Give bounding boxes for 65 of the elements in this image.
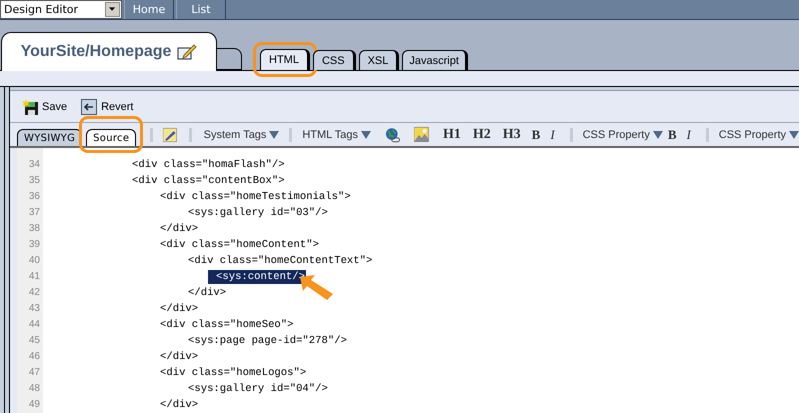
code-line: <sys:gallery id="03"/> (188, 206, 328, 220)
action-button[interactable]: Save (22, 98, 68, 114)
tag-menu[interactable]: HTML Tags (302, 128, 371, 140)
line-number: 48 (28, 382, 41, 396)
code-line: <div class="homeLogos"> (160, 366, 306, 380)
dropdown-arrow-icon (269, 130, 280, 138)
line-number: 35 (28, 174, 41, 188)
format-button[interactable]: B (668, 126, 676, 142)
file-tab[interactable]: XSL (358, 50, 400, 70)
line-number: 42 (28, 286, 41, 300)
heading-button[interactable]: H3 (502, 126, 521, 142)
dropdown-arrow-icon (652, 130, 663, 138)
css-property-menu[interactable]: CSS Property (718, 128, 799, 140)
code-line: <div class="homaFlash"/> (132, 158, 285, 172)
file-tab[interactable]: CSS (312, 50, 356, 70)
page-title: YourSite/Homepage (20, 43, 172, 61)
globe-link-icon[interactable] (384, 126, 400, 142)
code-line: <div class="homeContentText"> (188, 254, 372, 268)
line-number: 43 (28, 302, 41, 316)
revert-icon (81, 98, 98, 114)
view-select[interactable]: Design Editor (0, 0, 122, 19)
page-tab[interactable]: YourSite/Homepage (1, 32, 217, 71)
line-number: 41 (28, 270, 41, 284)
line-number: 38 (28, 222, 41, 236)
blank-tab[interactable] (217, 48, 242, 70)
save-icon (22, 98, 38, 114)
format-button[interactable]: B (532, 126, 540, 142)
file-tab[interactable]: Javascript (402, 50, 468, 70)
code-line: <div class="homeSeo"> (160, 318, 294, 332)
line-number: 34 (28, 158, 41, 172)
dropdown-arrow-icon (360, 130, 371, 138)
action-button[interactable]: Revert (81, 98, 134, 114)
code-line: <div class="contentBox"> (132, 174, 285, 188)
heading-button[interactable]: H1 (442, 126, 461, 142)
css-property-menu[interactable]: CSS Property (582, 128, 663, 140)
code-line: <sys:page page-id="278"/> (188, 334, 347, 348)
dropdown-arrow-icon (789, 130, 799, 138)
pencil-icon[interactable] (163, 128, 177, 142)
code-line: </div> (160, 222, 198, 236)
edit-icon[interactable] (177, 44, 198, 60)
line-number: 39 (28, 238, 41, 252)
line-number: 45 (28, 334, 41, 348)
code-line: </div> (160, 398, 198, 412)
code-line: </div> (160, 302, 198, 316)
nav-tab[interactable]: Home (124, 0, 174, 19)
format-button[interactable]: I (686, 126, 691, 142)
code-line: <div class="homeContent"> (160, 238, 319, 252)
line-number: 37 (28, 206, 41, 220)
code-line: <div class="homeTestimonials"> (160, 190, 351, 204)
editor-tab[interactable]: Source (86, 129, 136, 146)
code-line: </div> (160, 350, 198, 364)
file-tab[interactable]: HTML (260, 49, 310, 70)
line-number: 36 (28, 190, 41, 204)
image-icon[interactable] (414, 127, 429, 142)
format-button[interactable]: I (550, 126, 555, 142)
code-line: <sys:gallery id="04"/> (188, 382, 328, 396)
line-number: 47 (28, 366, 41, 380)
line-number: 44 (28, 318, 41, 332)
nav-tab[interactable]: List (176, 0, 226, 19)
line-number: 40 (28, 254, 41, 268)
tag-menu[interactable]: System Tags (204, 128, 280, 140)
line-number: 49 (28, 398, 41, 412)
line-number: 46 (28, 350, 41, 364)
code-line: </div> (188, 286, 226, 300)
heading-button[interactable]: H2 (472, 126, 491, 142)
